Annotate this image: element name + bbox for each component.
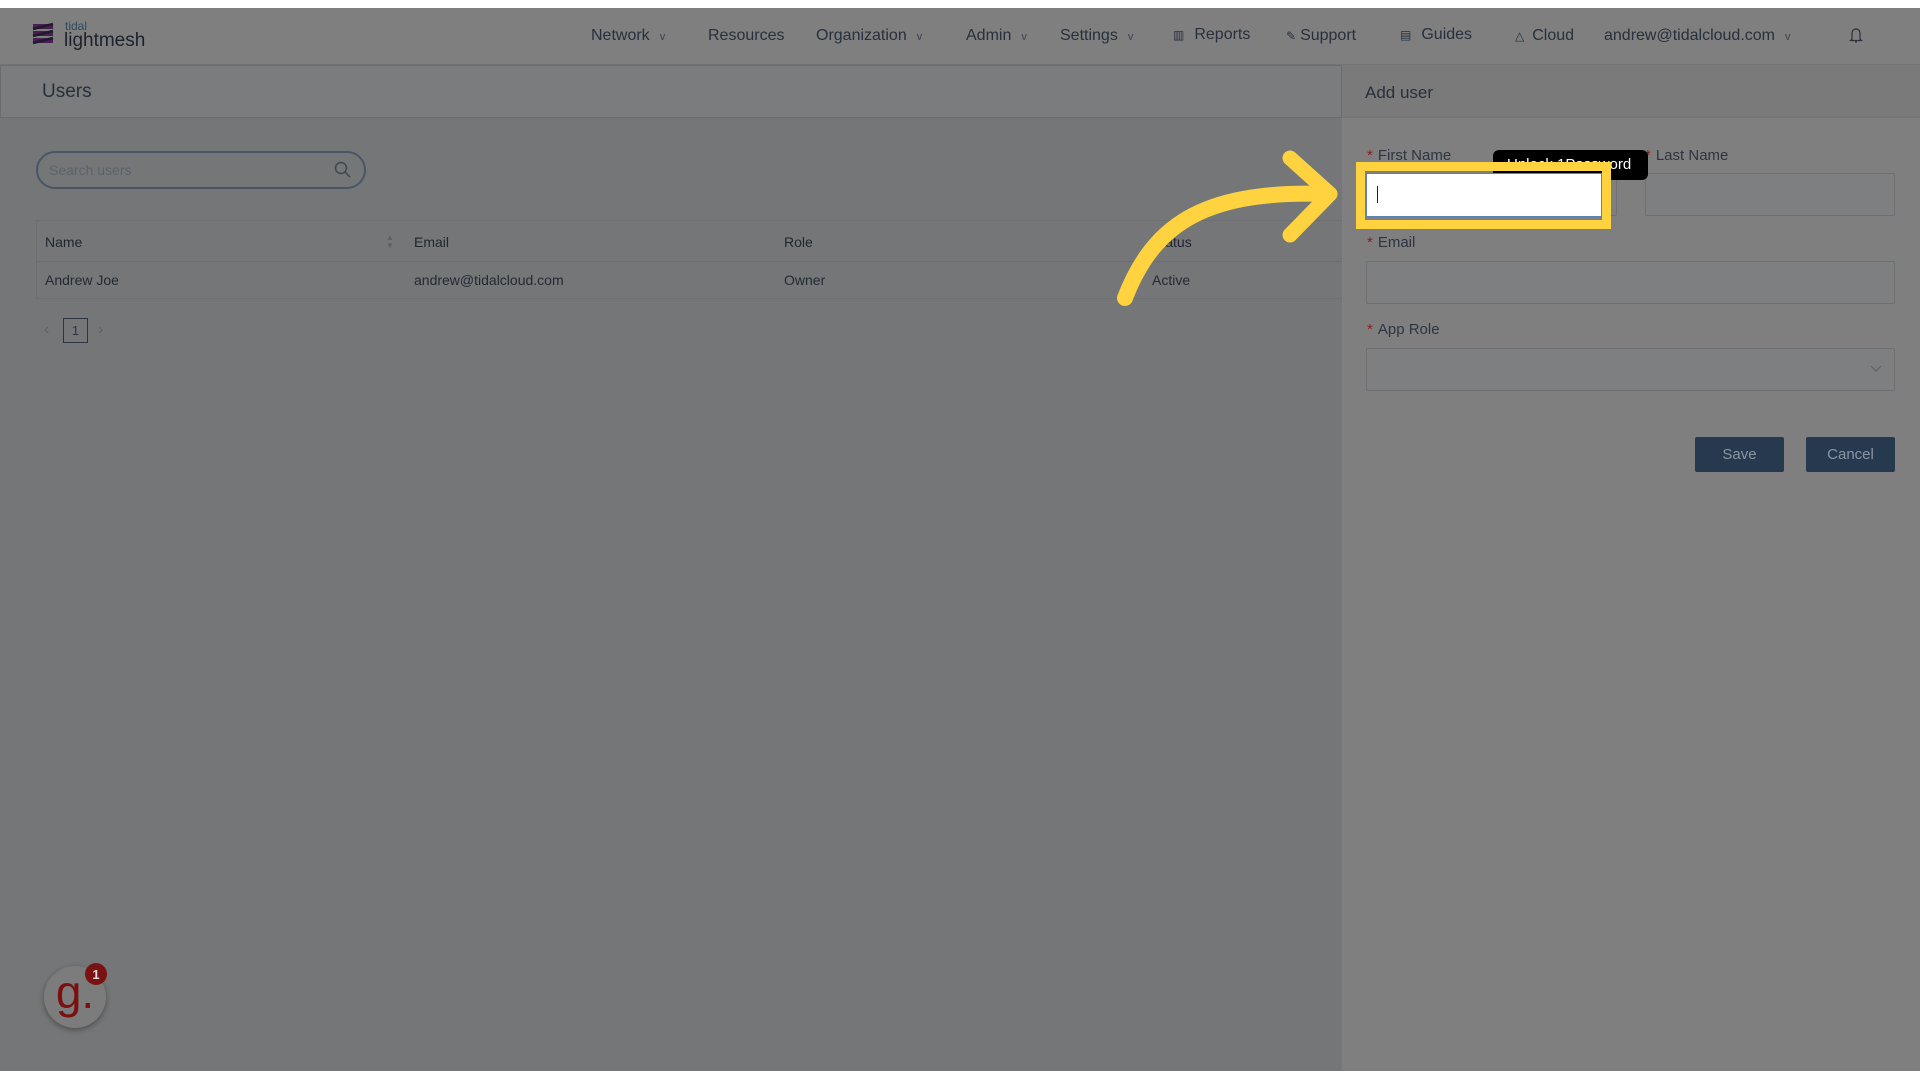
sort-icon[interactable]: ▲ ▼	[386, 234, 394, 250]
last-name-label: *Last Name	[1645, 147, 1728, 164]
nav-label: Guides	[1421, 26, 1473, 43]
required-marker: *	[1367, 234, 1373, 251]
nav-settings[interactable]: Settings v	[1060, 27, 1133, 45]
nav-label: Network	[591, 27, 650, 44]
arrow-annotation-icon	[1117, 150, 1338, 306]
prev-page-button[interactable]: ‹	[44, 321, 49, 339]
text-cursor	[1377, 186, 1378, 203]
nav-label: Settings	[1060, 27, 1118, 44]
required-marker: *	[1367, 321, 1373, 338]
chevron-down-icon: v	[1021, 31, 1027, 43]
nav-reports[interactable]: ▥ Reports	[1173, 26, 1250, 44]
last-name-field[interactable]	[1645, 173, 1895, 216]
search-icon[interactable]	[334, 161, 352, 179]
nav-label: Organization	[816, 27, 907, 44]
save-button[interactable]: Save	[1695, 437, 1784, 472]
email-field[interactable]	[1366, 261, 1895, 304]
user-email: andrew@tidalcloud.com	[1604, 27, 1775, 44]
bell-icon[interactable]	[1849, 26, 1863, 49]
notification-badge: 1	[85, 963, 107, 985]
page-title: Users	[42, 81, 92, 102]
chevron-down-icon: v	[916, 31, 923, 43]
column-header-role: Role	[784, 234, 813, 250]
wrench-icon: ✎	[1286, 29, 1297, 43]
nav-resources[interactable]: Resources	[708, 27, 784, 45]
chevron-down-icon	[1870, 365, 1882, 372]
cloud-icon: △	[1515, 29, 1525, 43]
panel-header: Add user	[1342, 65, 1920, 118]
cell-name: Andrew Joe	[45, 272, 119, 288]
chevron-down-icon: v	[1127, 31, 1134, 43]
search-input[interactable]: Search users	[36, 151, 366, 189]
nav-support[interactable]: ✎ Support	[1286, 27, 1356, 45]
chevron-down-icon: v	[659, 31, 666, 43]
nav-admin[interactable]: Admin v	[966, 27, 1027, 45]
page-1-button[interactable]: 1	[63, 318, 88, 343]
cancel-button[interactable]: Cancel	[1806, 437, 1895, 472]
email-label: * Email	[1367, 234, 1415, 251]
column-header-name[interactable]: Name	[45, 234, 82, 250]
label-text: Last Name	[1655, 147, 1729, 164]
nav-label: Admin	[966, 27, 1012, 44]
nav-organization[interactable]: Organization v	[816, 27, 922, 45]
page-header: Users	[0, 65, 1342, 118]
bar-chart-icon: ▥	[1173, 28, 1185, 42]
nav-guides[interactable]: ▤ Guides	[1400, 26, 1472, 44]
nav-cloud[interactable]: △ Cloud	[1515, 27, 1574, 45]
app-role-label: * App Role	[1367, 321, 1440, 338]
nav-label: Resources	[708, 27, 785, 44]
brand-name: lightmesh	[64, 30, 146, 51]
label-text: App Role	[1377, 321, 1440, 338]
label-text: Email	[1377, 234, 1416, 251]
nav-network[interactable]: Network v	[591, 27, 665, 45]
next-page-button[interactable]: ›	[98, 321, 103, 339]
chevron-down-icon: v	[1785, 31, 1791, 43]
lightmesh-logo-icon[interactable]	[30, 20, 56, 48]
first-name-field[interactable]	[1366, 173, 1602, 217]
top-navbar: tidal lightmesh Network v Resources Organ…	[0, 8, 1920, 65]
cell-email: andrew@tidalcloud.com	[414, 272, 564, 288]
nav-label: Support	[1300, 27, 1357, 44]
app-role-select[interactable]	[1366, 348, 1895, 391]
book-icon: ▤	[1400, 28, 1412, 42]
nav-label: Reports	[1194, 26, 1251, 43]
search-placeholder: Search users	[49, 162, 132, 178]
column-header-email: Email	[414, 234, 450, 250]
nav-label: Cloud	[1532, 27, 1575, 44]
panel-title: Add user	[1365, 83, 1434, 102]
user-menu[interactable]: andrew@tidalcloud.com v	[1604, 27, 1791, 45]
cell-role: Owner	[784, 272, 826, 288]
